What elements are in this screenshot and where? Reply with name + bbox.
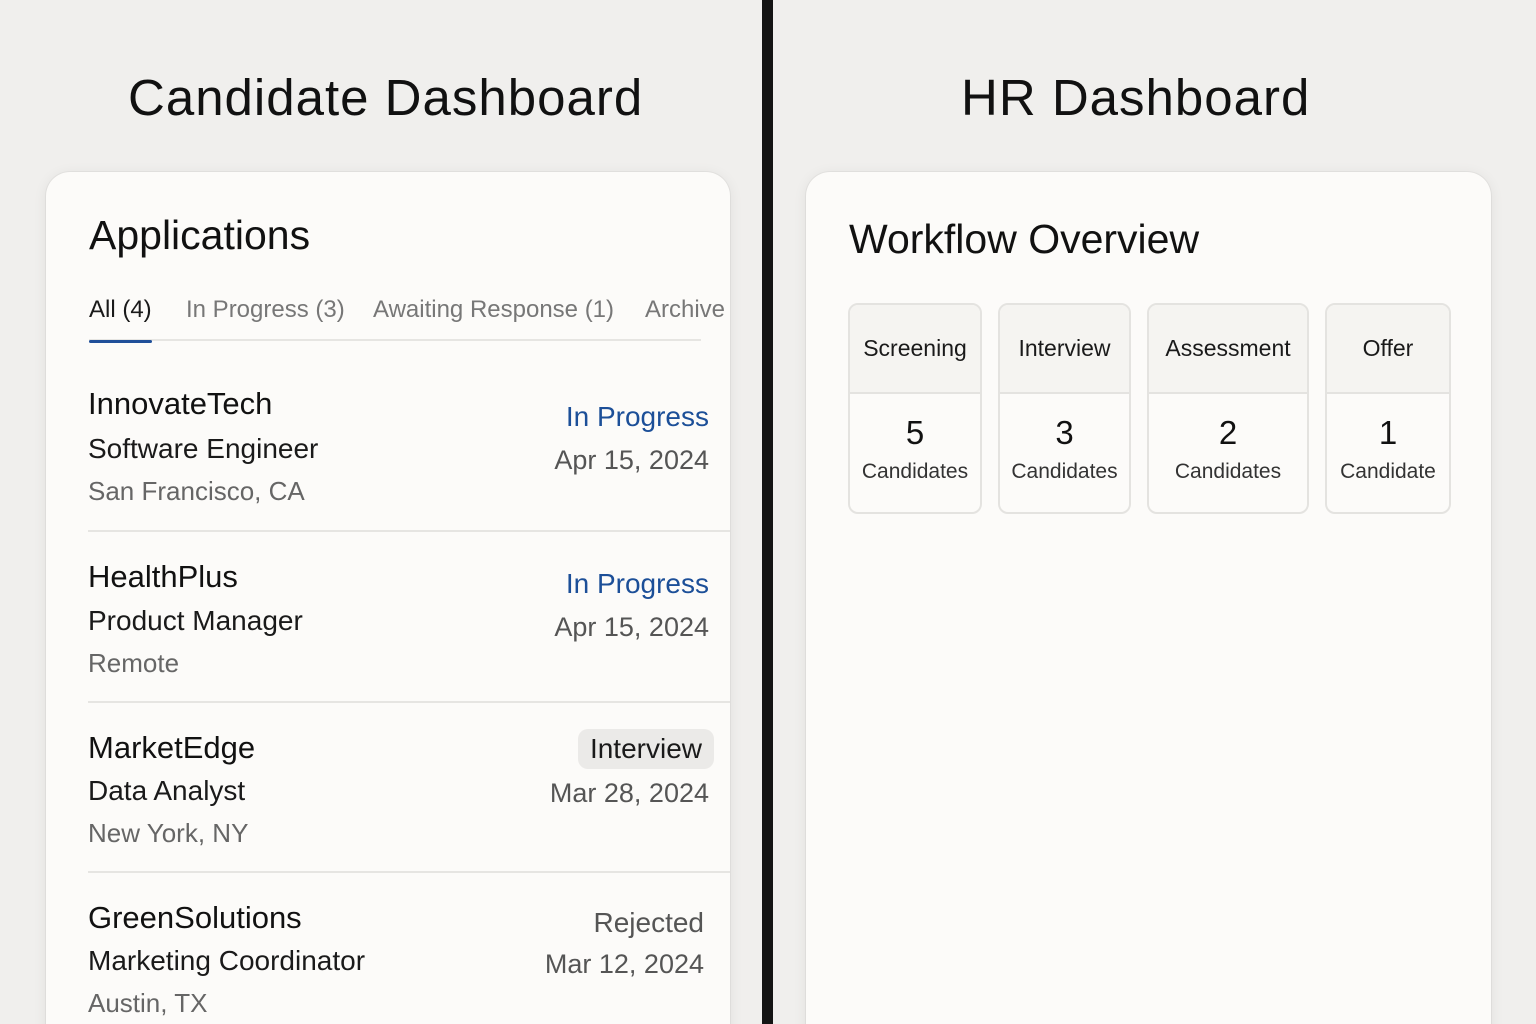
workflow-card: Workflow Overview Screening 5 Candidates… xyxy=(806,172,1491,1024)
application-row[interactable]: HealthPlus Product Manager Remote In Pro… xyxy=(88,532,730,703)
application-row[interactable]: MarketEdge Data Analyst New York, NY Int… xyxy=(88,703,730,873)
stage-card-offer[interactable]: Offer 1 Candidate xyxy=(1325,303,1451,514)
tab-awaiting-response[interactable]: Awaiting Response (1) xyxy=(373,296,614,341)
stage-count: 2 xyxy=(1218,414,1238,451)
application-date: Apr 15, 2024 xyxy=(554,612,709,642)
application-date: Mar 12, 2024 xyxy=(544,949,704,979)
stage-card-screening[interactable]: Screening 5 Candidates xyxy=(848,303,982,514)
job-location: San Francisco, CA xyxy=(88,476,305,506)
tab-in-progress[interactable]: In Progress (3) xyxy=(186,296,345,341)
panel-divider xyxy=(762,0,773,1024)
status-badge: Rejected xyxy=(593,907,704,938)
application-date: Apr 15, 2024 xyxy=(554,445,709,475)
stage-unit: Candidates xyxy=(1011,460,1118,483)
job-role: Marketing Coordinator xyxy=(88,945,366,976)
application-row[interactable]: InnovateTech Software Engineer San Franc… xyxy=(88,372,730,532)
stage-card-interview[interactable]: Interview 3 Candidates xyxy=(998,303,1131,514)
tab-all[interactable]: All (4) xyxy=(89,296,152,343)
stage-count: 5 xyxy=(905,414,925,451)
job-location: Remote xyxy=(88,648,180,678)
stage-count: 1 xyxy=(1378,414,1398,451)
stage-name: Assessment xyxy=(1149,305,1307,394)
stage-name: Interview xyxy=(1000,305,1129,394)
application-date: Mar 28, 2024 xyxy=(549,778,709,808)
applications-card: Applications All (4) In Progress (3) Awa… xyxy=(46,172,730,1024)
application-row[interactable]: GreenSolutions Marketing Coordinator Aus… xyxy=(88,873,730,1024)
job-role: Software Engineer xyxy=(88,433,319,464)
job-role: Product Manager xyxy=(88,605,303,636)
workflow-overview-heading: Workflow Overview xyxy=(849,216,1200,262)
company-name: InnovateTech xyxy=(88,386,273,421)
job-location: New York, NY xyxy=(88,818,249,848)
company-name: MarketEdge xyxy=(88,730,256,765)
hr-dashboard-title: HR Dashboard xyxy=(961,69,1311,126)
tab-archive[interactable]: Archive xyxy=(645,296,725,341)
status-badge: Interview xyxy=(577,729,714,769)
application-tabs: All (4) In Progress (3) Awaiting Respons… xyxy=(89,296,725,343)
status-badge: In Progress xyxy=(565,401,709,432)
stage-card-assessment[interactable]: Assessment 2 Candidates xyxy=(1147,303,1309,514)
stage-unit: Candidate xyxy=(1340,460,1436,483)
company-name: HealthPlus xyxy=(88,559,238,594)
candidate-dashboard-title: Candidate Dashboard xyxy=(128,69,644,126)
job-location: Austin, TX xyxy=(88,988,208,1018)
status-badge: In Progress xyxy=(565,568,709,599)
stage-unit: Candidates xyxy=(861,460,969,483)
stage-name: Screening xyxy=(850,305,980,394)
company-name: GreenSolutions xyxy=(88,900,302,935)
stage-name: Offer xyxy=(1327,305,1449,394)
stage-count: 3 xyxy=(1055,414,1074,451)
stage-unit: Candidates xyxy=(1174,460,1282,483)
applications-heading: Applications xyxy=(89,212,311,258)
job-role: Data Analyst xyxy=(88,775,246,806)
